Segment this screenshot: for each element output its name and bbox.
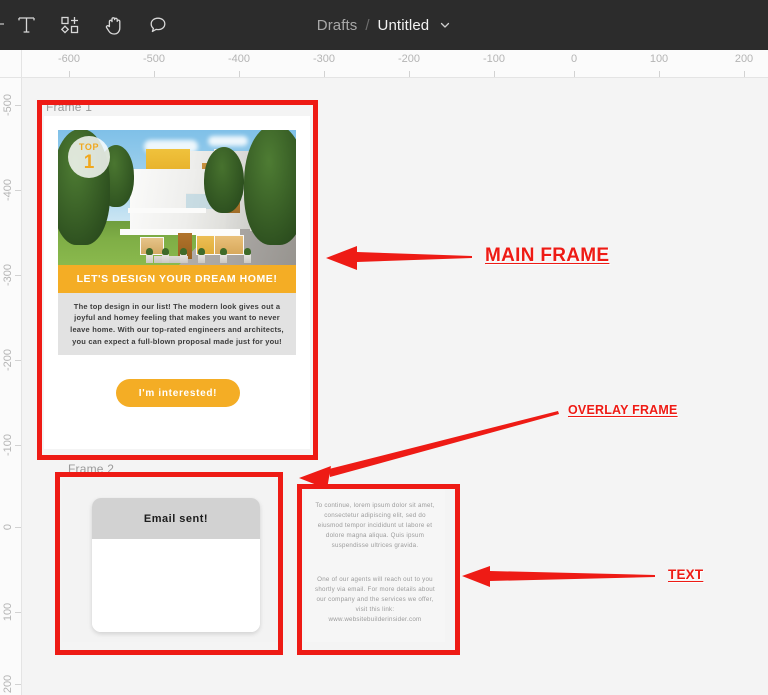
ruler-v-tick — [15, 105, 21, 106]
ruler-corner — [0, 50, 22, 78]
tool-group — [0, 3, 180, 47]
breadcrumb-project[interactable]: Drafts — [317, 17, 358, 34]
chevron-down-icon[interactable] — [439, 19, 451, 31]
hand-tool-button[interactable] — [92, 3, 136, 47]
ruler-v-tick — [15, 190, 21, 191]
modal-header: Email sent! — [92, 498, 260, 539]
ruler-v-tick — [15, 360, 21, 361]
design-canvas[interactable]: Frame 1 TOP 1 LET'S DESIGN YOUR DREAM HO… — [22, 78, 768, 695]
comment-icon — [148, 15, 168, 35]
planter — [244, 248, 251, 263]
ruler-h-tick — [324, 71, 325, 77]
ruler-v-tick — [15, 275, 21, 276]
ruler-v-label: -200 — [2, 348, 14, 372]
tree — [204, 147, 244, 213]
frame-1-label[interactable]: Frame 1 — [46, 100, 92, 114]
document-title[interactable]: Untitled — [378, 17, 430, 34]
shapes-tool-button[interactable] — [48, 3, 92, 47]
house-balcony-slab — [128, 208, 206, 213]
hero-image: TOP 1 — [58, 130, 296, 265]
badge-rank-number: 1 — [83, 151, 95, 173]
ruler-v-label: -300 — [2, 263, 14, 287]
ruler-v-label: 100 — [2, 602, 14, 622]
ruler-h-tick — [154, 71, 155, 77]
annotation-main-frame: MAIN FRAME — [485, 245, 610, 266]
ruler-v-tick — [15, 527, 21, 528]
ruler-h-label: 100 — [649, 53, 669, 65]
modal-body — [92, 539, 260, 632]
ruler-h-label: 0 — [570, 53, 578, 65]
interested-button-label: I'm interested! — [138, 387, 218, 399]
email-sent-modal[interactable]: Email sent! — [92, 498, 260, 632]
ruler-h-label: -100 — [482, 53, 506, 65]
breadcrumb-separator: / — [365, 16, 370, 34]
frame-2-label[interactable]: Frame 2 — [68, 462, 114, 476]
ruler-h-label: -500 — [142, 53, 166, 65]
body-text-block: The top design in our list! The modern l… — [58, 293, 296, 355]
vertical-ruler[interactable]: -500 -400 -300 -200 -100 0 100 200 — [0, 50, 22, 695]
planter — [146, 248, 153, 263]
headline-text: LET'S DESIGN YOUR DREAM HOME! — [76, 273, 278, 285]
ruler-h-tick — [239, 71, 240, 77]
interested-button[interactable]: I'm interested! — [116, 379, 240, 407]
ruler-h-tick — [409, 71, 410, 77]
ruler-h-label: -400 — [227, 53, 251, 65]
modal-title: Email sent! — [143, 512, 209, 525]
frame-2-artboard[interactable]: Email sent! — [62, 478, 288, 642]
hand-icon — [104, 15, 124, 36]
ruler-h-tick — [69, 71, 70, 77]
planter — [198, 248, 205, 263]
cloud-shape — [208, 136, 248, 146]
planter — [220, 248, 227, 263]
horizontal-ruler[interactable]: -600 -500 -400 -300 -200 -100 0 100 200 — [0, 50, 768, 78]
frame-1-artboard[interactable]: TOP 1 LET'S DESIGN YOUR DREAM HOME! The … — [44, 116, 310, 449]
ruler-h-label: 200 — [734, 53, 754, 65]
ruler-h-tick — [574, 71, 575, 77]
ruler-h-label: -200 — [397, 53, 421, 65]
comment-tool-button[interactable] — [136, 3, 180, 47]
toolbar-edge-divider — [0, 23, 4, 25]
ruler-v-tick — [15, 612, 21, 613]
overlay-paragraph-2: One of our agents will reach out to you … — [315, 576, 435, 624]
text-icon — [17, 15, 36, 35]
top-rank-badge: TOP 1 — [68, 136, 110, 178]
ruler-v-label: -400 — [2, 178, 14, 202]
ruler-h-label: -300 — [312, 53, 336, 65]
badge-label: TOP — [78, 141, 100, 152]
planter — [180, 248, 187, 263]
ruler-v-tick — [15, 445, 21, 446]
ruler-v-label: 0 — [2, 523, 14, 531]
headline-banner: LET'S DESIGN YOUR DREAM HOME! — [58, 265, 296, 293]
ruler-v-label: -100 — [2, 433, 14, 457]
ruler-h-tick — [744, 71, 745, 77]
ruler-h-tick — [659, 71, 660, 77]
ruler-v-label: 200 — [2, 674, 14, 694]
overlay-frame-artboard[interactable]: To continue, lorem ipsum dolor sit amet,… — [305, 490, 445, 642]
overlay-paragraph-1: To continue, lorem ipsum dolor sit amet,… — [315, 502, 435, 550]
ruler-v-label: -500 — [2, 93, 14, 117]
text-tool-button[interactable] — [4, 3, 48, 47]
tree-right — [244, 130, 296, 245]
annotation-overlay-frame: OVERLAY FRAME — [568, 403, 678, 417]
body-paragraph: The top design in our list! The modern l… — [70, 301, 284, 346]
annotation-text: TEXT — [668, 567, 704, 582]
shapes-icon — [60, 15, 80, 35]
ruler-v-tick — [15, 684, 21, 685]
ruler-h-tick — [494, 71, 495, 77]
house-window-right — [214, 235, 244, 255]
planter — [162, 248, 169, 263]
ruler-h-label: -600 — [57, 53, 81, 65]
